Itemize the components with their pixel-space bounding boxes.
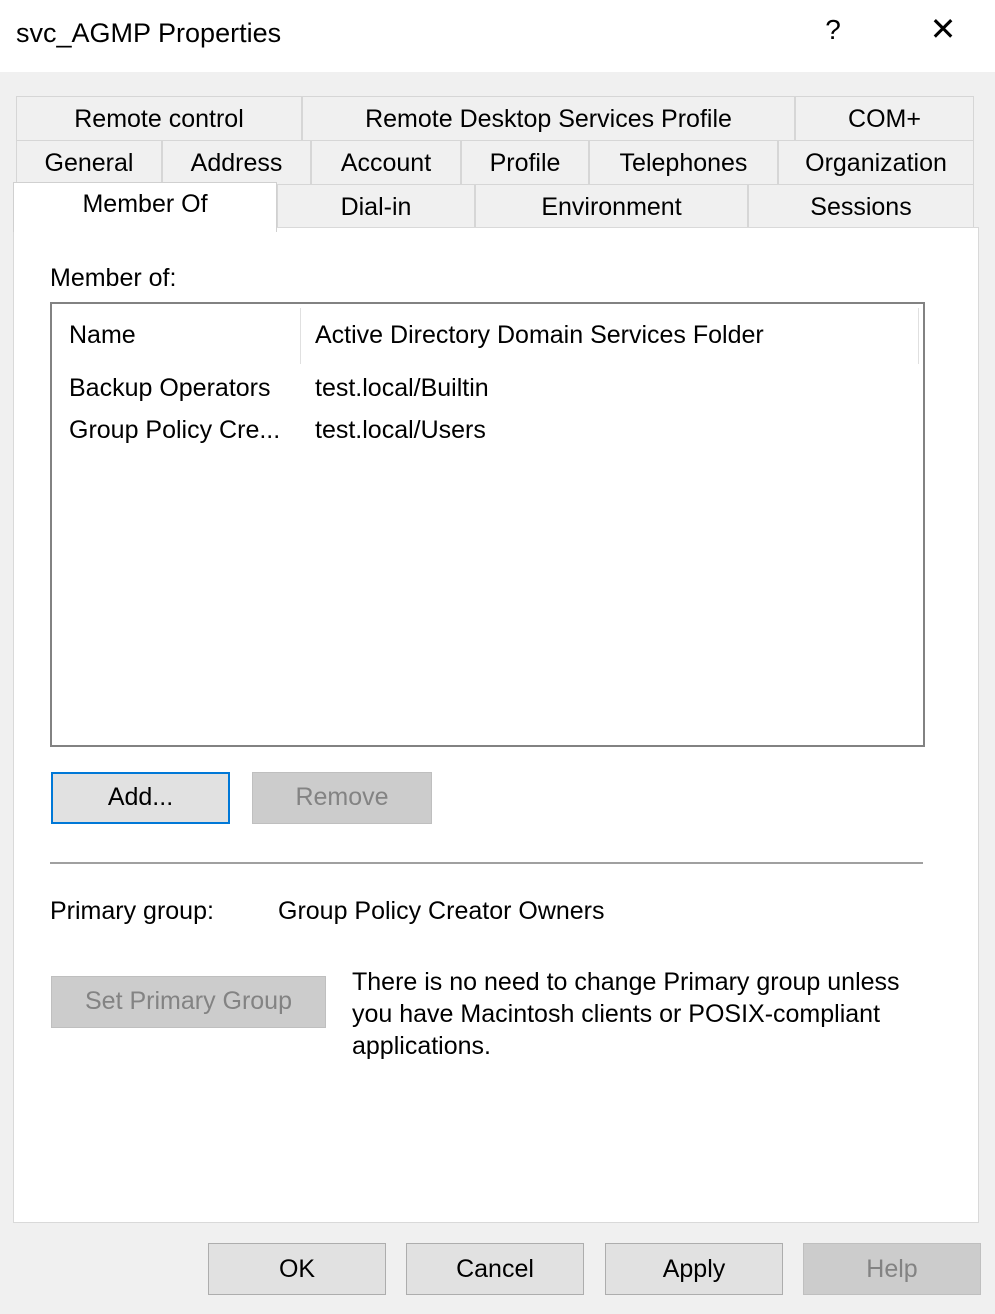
tab-address[interactable]: Address [162, 140, 311, 184]
cancel-button[interactable]: Cancel [406, 1243, 584, 1295]
apply-button[interactable]: Apply [605, 1243, 783, 1295]
remove-button[interactable]: Remove [252, 772, 432, 824]
group-folder: test.local/Builtin [315, 374, 489, 402]
primary-group-label: Primary group: [50, 897, 214, 925]
primary-group-value: Group Policy Creator Owners [278, 897, 605, 925]
column-divider[interactable] [918, 308, 919, 364]
member-of-list[interactable]: Name Active Directory Domain Services Fo… [50, 302, 925, 747]
tab-account[interactable]: Account [311, 140, 461, 184]
primary-group-note: There is no need to change Primary group… [352, 968, 900, 1060]
tab-general[interactable]: General [16, 140, 162, 184]
list-item[interactable]: Group Policy Cre... test.local/Users [52, 410, 923, 450]
divider [50, 862, 923, 864]
tab-remote-desktop-services-profile[interactable]: Remote Desktop Services Profile [302, 96, 795, 140]
ok-button[interactable]: OK [208, 1243, 386, 1295]
list-header: Name Active Directory Domain Services Fo… [52, 304, 923, 366]
window-title: svc_AGMP Properties [16, 18, 282, 48]
tab-remote-control[interactable]: Remote control [16, 96, 302, 140]
group-name: Group Policy Cre... [69, 416, 281, 444]
tab-telephones[interactable]: Telephones [589, 140, 778, 184]
list-item[interactable]: Backup Operators test.local/Builtin [52, 368, 923, 408]
close-icon[interactable]: ✕ [918, 10, 968, 56]
tab-sessions[interactable]: Sessions [748, 184, 974, 228]
tab-profile[interactable]: Profile [461, 140, 589, 184]
set-primary-group-button[interactable]: Set Primary Group [51, 976, 326, 1028]
tab-member-of[interactable]: Member Of [13, 182, 277, 232]
title-bar: svc_AGMP Properties ? ✕ [0, 0, 995, 72]
help-icon[interactable]: ? [818, 14, 848, 54]
member-of-label: Member of: [50, 264, 177, 292]
column-divider[interactable] [300, 308, 301, 364]
tab-organization[interactable]: Organization [778, 140, 974, 184]
add-button[interactable]: Add... [51, 772, 230, 824]
tab-environment[interactable]: Environment [475, 184, 748, 228]
group-folder: test.local/Users [315, 416, 486, 444]
member-of-panel: Member of: Name Active Directory Domain … [13, 227, 979, 1223]
column-header-name[interactable]: Name [69, 321, 136, 350]
group-name: Backup Operators [69, 374, 271, 402]
tab-dial-in[interactable]: Dial-in [277, 184, 475, 228]
tab-com-plus[interactable]: COM+ [795, 96, 974, 140]
help-button[interactable]: Help [803, 1243, 981, 1295]
column-header-folder[interactable]: Active Directory Domain Services Folder [315, 321, 764, 350]
